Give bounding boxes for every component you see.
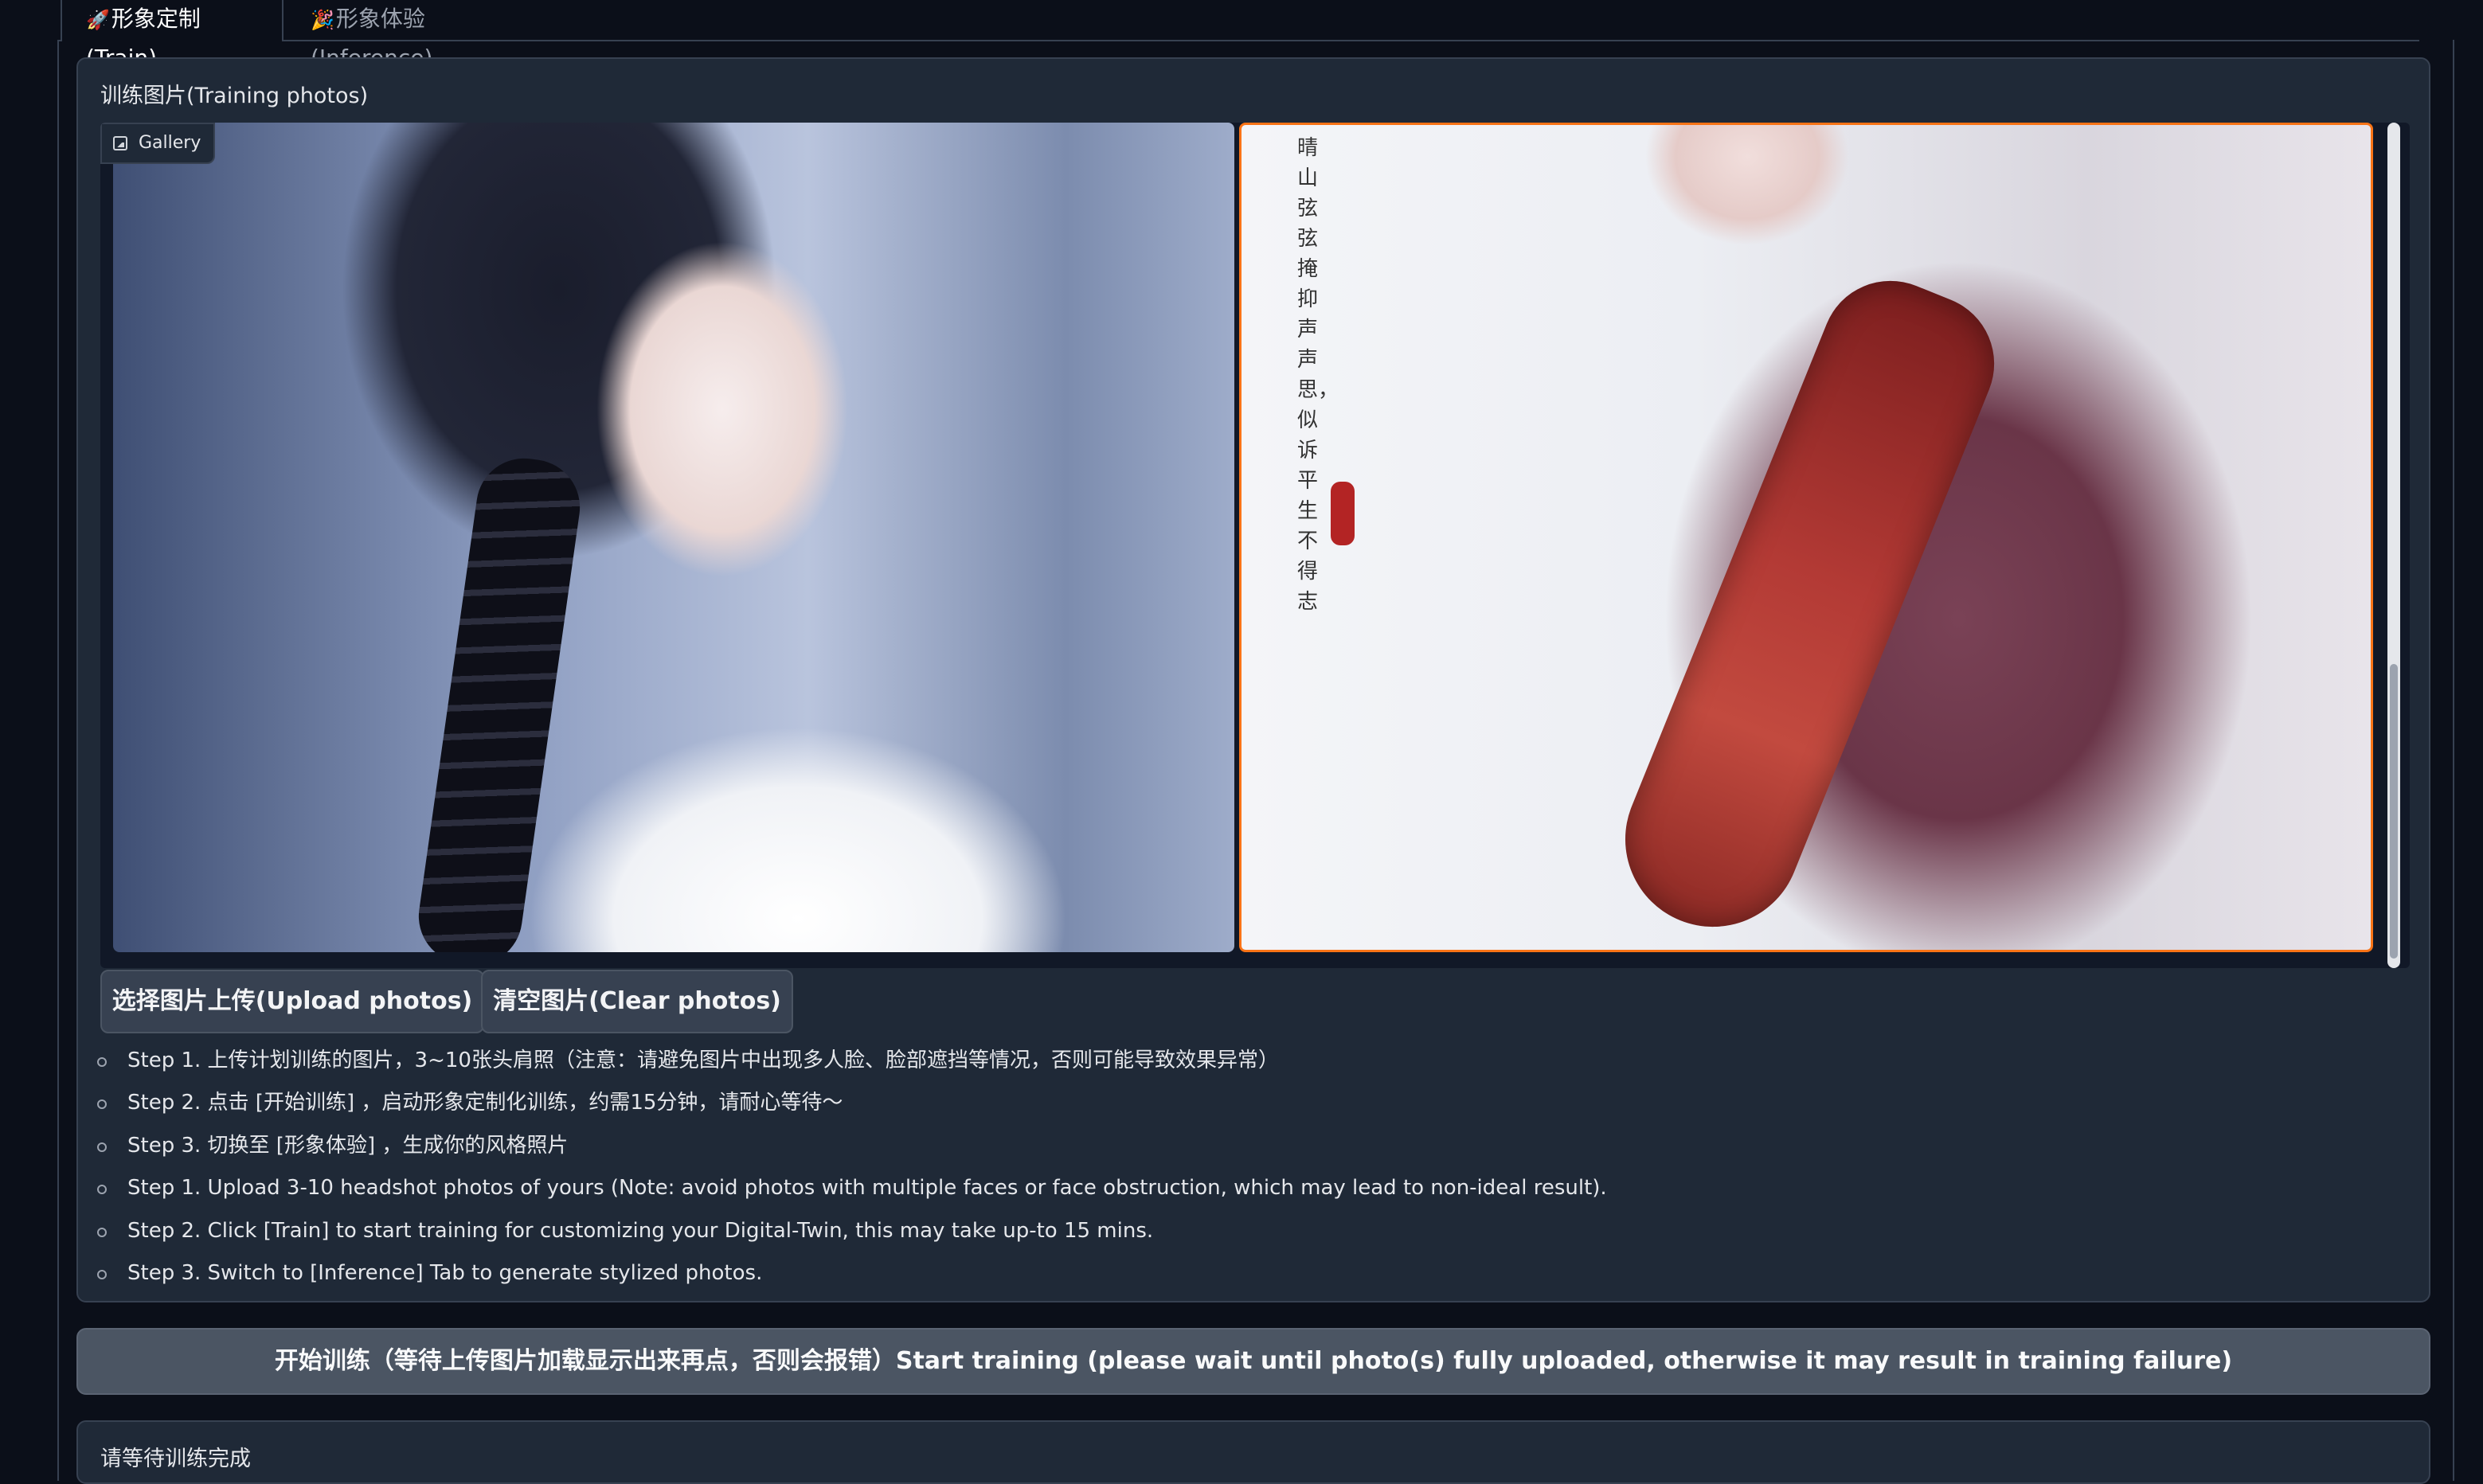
gallery-photo-1[interactable] [113, 123, 1234, 952]
instruction-item: Step 2. Click [Train] to start training … [97, 1210, 1607, 1252]
red-seal [1331, 482, 1355, 545]
training-status-label: 请等待训练完成 [100, 1447, 251, 1471]
instruction-item: Step 3. Switch to [Inference] Tab to gen… [97, 1252, 1607, 1295]
training-status-panel: 请等待训练完成 [76, 1420, 2430, 1484]
gallery-badge-label: Gallery [139, 133, 201, 153]
image-icon [113, 136, 127, 150]
gallery-photo-2-selected[interactable]: 晴山弦弦掩抑声声思，似诉平生不得志 [1239, 123, 2373, 952]
tab-divider [57, 40, 62, 41]
instruction-item: Step 2. 点击 [开始训练] ，启动形象定制化训练，约需15分钟，请耐心等… [97, 1082, 1607, 1124]
photo-2-verse: 晴山弦弦掩抑声声思，似诉平生不得志 [1297, 136, 1339, 614]
photo-gallery: Gallery 晴山弦弦掩抑声声思，似诉平生不得志 [100, 123, 2410, 968]
rocket-icon: 🚀 [86, 9, 110, 31]
upload-photos-button[interactable]: 选择图片上传(Upload photos) [100, 970, 484, 1033]
tab-inference[interactable]: 🎉形象体验(Inference) [287, 0, 557, 71]
tab-train[interactable]: 🚀形象定制(Train) [61, 0, 283, 71]
tab-bar: 🚀形象定制(Train) 🎉形象体验(Inference) [0, 0, 2451, 71]
instruction-list: Step 1. 上传计划训练的图片，3~10张头肩照（注意：请避免图片中出现多人… [97, 1040, 1607, 1295]
instruction-item: Step 1. Upload 3-10 headshot photos of y… [97, 1167, 1607, 1209]
photo-1-braid [413, 452, 586, 952]
instruction-item: Step 3. 切换至 [形象体验] ，生成你的风格照片 [97, 1125, 1607, 1167]
photo-2-pipa [1598, 260, 2016, 950]
start-training-button[interactable]: 开始训练（等待上传图片加载显示出来再点，否则会报错）Start training… [76, 1328, 2430, 1395]
training-photos-label: 训练图片(Training photos) [100, 84, 369, 108]
gallery-scrollbar-thumb[interactable] [2390, 664, 2398, 959]
gallery-scrollbar[interactable] [2387, 123, 2400, 968]
clear-photos-button[interactable]: 清空图片(Clear photos) [481, 970, 793, 1033]
party-popper-icon: 🎉 [311, 9, 334, 31]
gallery-badge: Gallery [100, 123, 216, 164]
training-photos-panel: 训练图片(Training photos) Gallery 晴山弦弦掩抑声声思，… [76, 57, 2430, 1302]
instruction-item: Step 1. 上传计划训练的图片，3~10张头肩照（注意：请避免图片中出现多人… [97, 1040, 1607, 1082]
tab-divider [283, 40, 2419, 41]
